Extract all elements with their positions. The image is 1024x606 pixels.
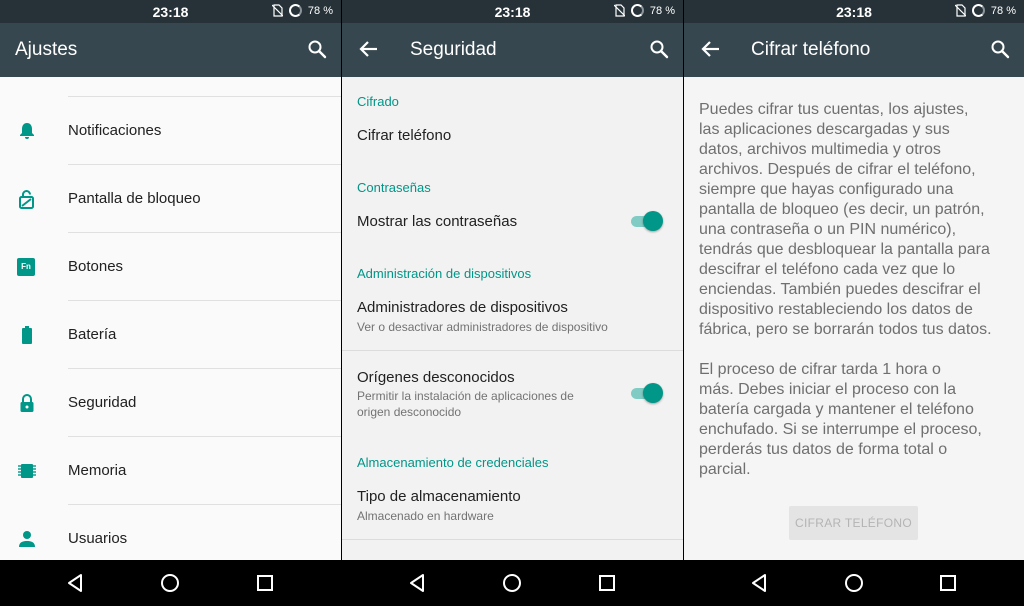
search-icon[interactable] [649,39,669,59]
no-sim-icon [271,4,283,17]
battery-ring-icon [971,4,985,17]
settings-item-notificaciones[interactable]: Notificaciones [0,97,341,165]
settings-item-memoria[interactable]: Memoria [0,437,341,505]
mostrar-contrasenas-toggle[interactable] [629,210,663,232]
back-nav-icon[interactable] [408,573,428,593]
origenes-toggle[interactable] [629,382,663,404]
tipo-almacenamiento-subtitle: Almacenado en hardware [357,509,494,523]
fn-button-icon: Fn [17,258,35,276]
settings-item-pantalla-bloqueo[interactable]: Pantalla de bloqueo [0,165,341,233]
status-bar: 23:18 78 % [684,0,1024,23]
settings-item-label: Batería [68,326,117,343]
administradores-item[interactable]: Administradores de dispositivos [357,299,568,316]
battery-ring-icon [288,4,302,17]
status-icons: 78 % [271,4,333,17]
lock-icon [20,394,34,412]
settings-item-label: Notificaciones [68,122,162,139]
cifrar-telefono-item[interactable]: Cifrar teléfono [357,127,451,144]
recents-nav-icon[interactable] [597,573,617,593]
origenes-subtitle-line2: origen desconocido [357,405,462,419]
category-contrasenas: Contraseñas [357,180,431,195]
back-arrow-icon[interactable] [358,38,380,60]
settings-list: Notificaciones Pantalla de bloqueo Fn Bo… [0,77,341,560]
no-sim-icon [954,4,966,17]
tipo-almacenamiento-item[interactable]: Tipo de almacenamiento [357,488,521,505]
battery-percent: 78 % [649,4,675,17]
settings-item-bateria[interactable]: Batería [0,301,341,369]
administradores-subtitle: Ver o desactivar administradores de disp… [357,320,608,334]
battery-ring-icon [630,4,644,17]
encrypt-paragraph-1: Puedes cifrar tus cuentas, los ajustes, … [699,101,992,338]
memory-chip-icon [18,464,36,478]
toggle-thumb [643,383,663,403]
security-list: Cifrado Cifrar teléfono Contraseñas Most… [342,77,683,560]
mostrar-contrasenas-item[interactable]: Mostrar las contraseñas [357,213,517,230]
recents-nav-icon[interactable] [255,573,275,593]
screenshots-strip: 23:18 78 % Ajustes Notificaciones Pantal… [0,0,1024,606]
app-bar: Cifrar teléfono [684,23,1024,77]
settings-item-label: Botones [68,258,124,275]
divider [342,539,683,540]
recents-nav-icon[interactable] [938,573,958,593]
page-title: Seguridad [410,39,497,60]
person-icon [19,531,35,547]
encrypt-paragraph-2: El proceso de cifrar tarda 1 hora o más.… [699,361,982,478]
app-bar: Ajustes [0,23,341,77]
encrypt-phone-screen: 23:18 78 % Cifrar teléfono Puedes cifrar… [684,0,1024,606]
navigation-bar [342,560,683,606]
category-cifrado: Cifrado [357,94,399,109]
origenes-subtitle-line1: Permitir la instalación de aplicaciones … [357,389,574,403]
lock-screen-icon [19,190,34,209]
back-nav-icon[interactable] [66,573,86,593]
bell-icon [20,123,34,139]
encrypt-description: Puedes cifrar tus cuentas, los ajustes, … [684,77,1024,560]
app-bar: Seguridad [342,23,683,77]
status-icons: 78 % [613,4,675,17]
home-nav-icon[interactable] [844,573,864,593]
no-sim-icon [613,4,625,17]
home-nav-icon[interactable] [502,573,522,593]
battery-icon [22,326,32,344]
battery-percent: 78 % [307,4,333,17]
status-bar: 23:18 78 % [0,0,341,23]
settings-item-label: Usuarios [68,530,128,547]
search-icon[interactable] [990,39,1010,59]
back-nav-icon[interactable] [750,573,770,593]
category-administracion: Administración de dispositivos [357,266,532,281]
search-icon[interactable] [307,39,327,59]
navigation-bar [0,560,341,606]
cifrar-telefono-button[interactable]: CIFRAR TELÉFONO [789,506,918,540]
fn-label: Fn [21,262,31,271]
settings-item-seguridad[interactable]: Seguridad [0,369,341,437]
settings-item-label: Seguridad [68,394,137,411]
battery-percent: 78 % [990,4,1016,17]
settings-screen: 23:18 78 % Ajustes Notificaciones Pantal… [0,0,341,606]
page-title: Ajustes [15,39,78,60]
origenes-item[interactable]: Orígenes desconocidos [357,369,515,386]
status-icons: 78 % [954,4,1016,17]
settings-item-label: Pantalla de bloqueo [68,190,201,207]
status-bar: 23:18 78 % [342,0,683,23]
back-arrow-icon[interactable] [700,38,722,60]
toggle-thumb [643,211,663,231]
category-credenciales: Almacenamiento de credenciales [357,455,549,470]
settings-item-label: Memoria [68,462,127,479]
page-title: Cifrar teléfono [751,39,871,60]
navigation-bar [684,560,1024,606]
home-nav-icon[interactable] [160,573,180,593]
divider [342,350,683,351]
settings-item-botones[interactable]: Fn Botones [0,233,341,301]
security-screen: 23:18 78 % Seguridad Cifrado Cifrar telé… [342,0,683,606]
